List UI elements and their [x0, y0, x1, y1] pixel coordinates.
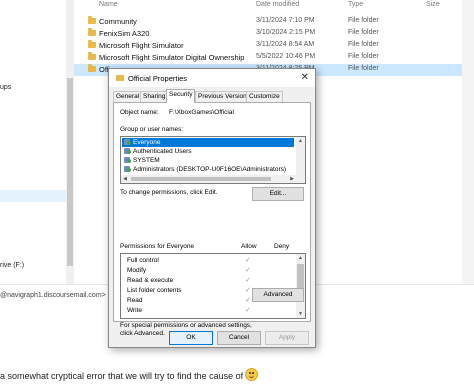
scroll-down-icon[interactable]: ▼: [296, 310, 305, 318]
permission-row: Read & execute ✓: [127, 276, 297, 286]
scroll-up-icon[interactable]: ▲: [296, 137, 305, 145]
column-header-name[interactable]: Name: [99, 1, 118, 13]
permission-name: Write: [127, 307, 143, 314]
cancel-button[interactable]: Cancel: [217, 331, 261, 345]
permission-name: List folder contents: [127, 287, 182, 294]
nav-scrollbar[interactable]: [66, 0, 74, 284]
file-name: Microsoft Flight Simulator: [99, 41, 184, 50]
user-group-icon: [124, 166, 131, 172]
allow-check-icon: ✓: [245, 307, 251, 314]
user-group-icon: [124, 139, 131, 145]
allow-check-icon: ✓: [245, 287, 251, 294]
smiley-emoji-icon: [245, 368, 259, 381]
file-type: File folder: [348, 29, 379, 36]
file-date: 5/5/2022 10:46 PM: [256, 53, 316, 60]
folder-icon: [88, 40, 96, 48]
column-header-type[interactable]: Type: [348, 1, 363, 13]
folder-icon: [88, 64, 96, 72]
folder-icon: [88, 28, 96, 36]
permission-name: Full control: [127, 257, 159, 264]
folder-icon: [116, 75, 124, 81]
scroll-left-icon[interactable]: ◀: [121, 175, 129, 183]
user-group-icon: [124, 157, 131, 163]
group-user-label: Group or user names:: [120, 126, 184, 133]
allow-check-icon: ✓: [245, 267, 251, 274]
permissions-for-label: Permissions for Everyone: [120, 243, 195, 250]
folder-icon: [88, 16, 96, 24]
nav-scroll-thumb[interactable]: [67, 78, 73, 266]
user-name: Authenticated Users: [133, 148, 192, 155]
file-date: 3/11/2024 8:54 AM: [256, 41, 315, 48]
dialog-titlebar[interactable]: Official Properties ✕: [109, 69, 315, 87]
tab-security[interactable]: Security: [166, 89, 196, 103]
user-name: Administrators (DESKTOP-U0F16OE\Administ…: [133, 166, 287, 173]
permission-name: Read & execute: [127, 277, 174, 284]
user-list-item[interactable]: Administrators (DESKTOP-U0F16OE\Administ…: [122, 165, 294, 174]
file-date: 3/11/2024 7:10 PM: [256, 17, 315, 24]
permission-name: Read: [127, 297, 143, 304]
folder-icon: [88, 52, 96, 60]
file-row[interactable]: FenixSim A320 3/10/2024 2:15 PM File fol…: [74, 28, 474, 40]
email-address-text: @navigraph1.discoursemail.com>: [0, 292, 106, 299]
user-name: Everyone: [133, 139, 161, 146]
properties-dialog: Official Properties ✕ General Sharing Se…: [108, 68, 316, 348]
permissions-list: Full control ✓ Modify ✓ Read & execute ✓…: [120, 253, 306, 319]
deny-column-label: Deny: [274, 243, 290, 250]
post-text: a somewhat cryptical error that we will …: [0, 368, 259, 381]
file-row[interactable]: Community 3/11/2024 7:10 PM File folder: [74, 16, 474, 28]
nav-item-drive-f[interactable]: rive (F:): [0, 262, 24, 269]
change-permissions-text: To change permissions, click Edit.: [120, 189, 218, 196]
user-list-item-everyone[interactable]: Everyone: [122, 138, 294, 147]
nav-item-partial[interactable]: ups: [0, 84, 11, 91]
file-name: FenixSim A320: [99, 29, 150, 38]
advanced-hint-line-1: For special permissions or advanced sett…: [120, 322, 252, 329]
file-type: File folder: [348, 65, 379, 72]
permission-row: Modify ✓: [127, 266, 297, 276]
user-list[interactable]: Everyone Authenticated Users SYSTEM Admi…: [120, 136, 306, 184]
dialog-title: Official Properties: [128, 74, 188, 83]
advanced-hint-line-2: click Advanced.: [120, 330, 165, 337]
close-icon[interactable]: ✕: [301, 72, 309, 83]
ok-button[interactable]: OK: [169, 331, 213, 345]
column-header-date[interactable]: Date modified: [256, 1, 299, 13]
allow-check-icon: ✓: [245, 297, 251, 304]
post-text-content: a somewhat cryptical error that we will …: [0, 371, 244, 381]
user-list-hscroll[interactable]: ◀ ▶: [121, 175, 305, 183]
apply-button[interactable]: Apply: [265, 331, 309, 345]
file-row[interactable]: Microsoft Flight Simulator 3/11/2024 8:5…: [74, 40, 474, 52]
object-name-value: F:\XboxGames\Official: [169, 109, 234, 116]
file-date: 3/10/2024 2:15 PM: [256, 29, 316, 36]
edit-button[interactable]: Edit...: [252, 187, 304, 201]
user-list-item[interactable]: SYSTEM: [122, 156, 294, 165]
column-header-size[interactable]: Size: [426, 1, 440, 13]
file-row[interactable]: Microsoft Flight Simulator Digital Owner…: [74, 52, 474, 64]
file-name: Community: [99, 17, 137, 26]
permission-row: Write ✓: [127, 306, 297, 316]
object-name-label: Object name:: [120, 109, 159, 116]
file-type: File folder: [348, 41, 379, 48]
file-type: File folder: [348, 17, 379, 24]
hscroll-thumb[interactable]: [131, 177, 271, 181]
permission-row: Full control ✓: [127, 256, 297, 266]
file-type: File folder: [348, 53, 379, 60]
user-group-icon: [124, 148, 131, 154]
allow-check-icon: ✓: [245, 277, 251, 284]
user-list-item[interactable]: Authenticated Users: [122, 147, 294, 156]
scroll-up-icon[interactable]: ▲: [296, 254, 305, 262]
file-name: Microsoft Flight Simulator Digital Owner…: [99, 53, 245, 62]
navigation-pane: ups rive (F:): [0, 0, 66, 284]
user-name: SYSTEM: [133, 157, 160, 164]
files-scrollbar[interactable]: [462, 0, 474, 284]
allow-check-icon: ✓: [245, 257, 251, 264]
permission-name: Modify: [127, 267, 147, 274]
advanced-button[interactable]: Advanced: [252, 288, 304, 302]
allow-column-label: Allow: [241, 243, 257, 250]
nav-selected-item[interactable]: [0, 190, 66, 202]
scroll-right-icon[interactable]: ▶: [288, 175, 296, 183]
permissions-scrollbar[interactable]: ▲ ▼: [296, 254, 305, 318]
